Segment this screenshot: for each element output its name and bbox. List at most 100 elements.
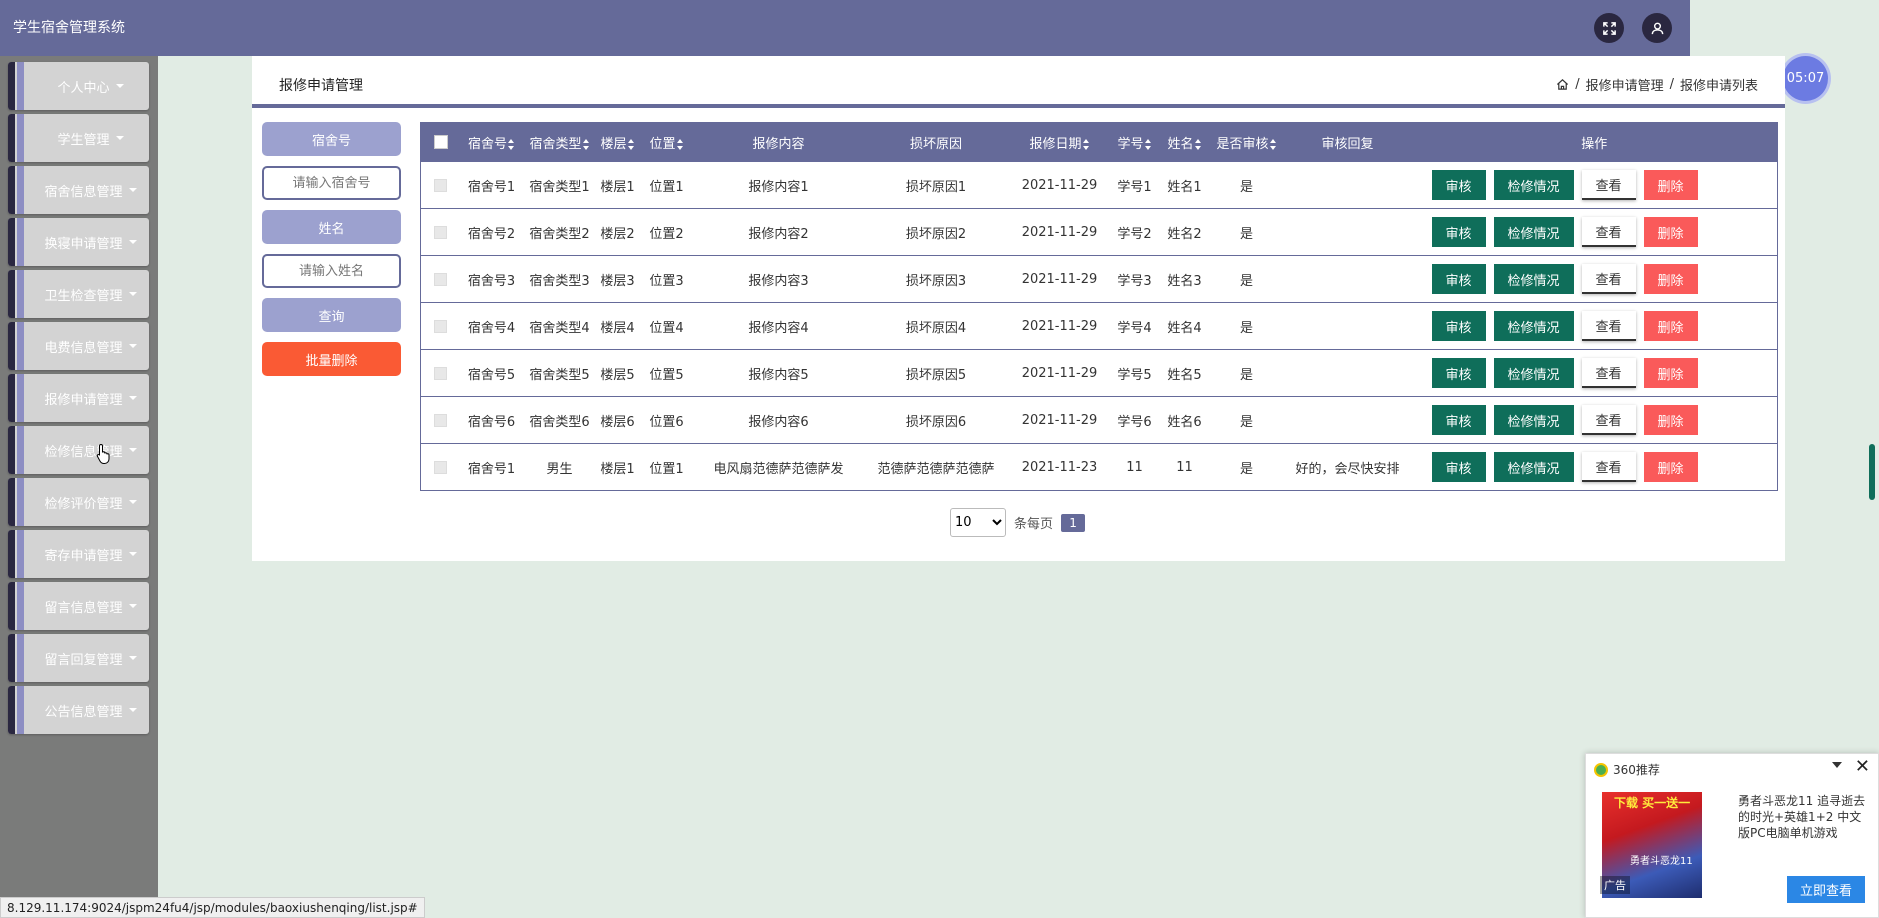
view-button[interactable]: 查看	[1581, 358, 1636, 388]
row-checkbox-cell[interactable]	[420, 349, 461, 397]
page-size-select[interactable]: 10	[950, 508, 1006, 537]
page-number-current[interactable]: 1	[1061, 513, 1086, 532]
audit-button[interactable]: 审核	[1431, 311, 1486, 341]
breadcrumb-item[interactable]: 报修申请管理	[1586, 75, 1664, 94]
sidebar-item[interactable]: 电费信息管理	[8, 322, 149, 370]
sidebar-item[interactable]: 学生管理	[8, 114, 149, 162]
sidebar-item[interactable]: 检修信息管理	[8, 426, 149, 474]
repair-status-button[interactable]: 检修情况	[1493, 311, 1574, 341]
audit-button[interactable]: 审核	[1431, 405, 1486, 435]
ad-header: 360推荐	[1594, 761, 1660, 778]
col-header[interactable]: 是否审核	[1209, 122, 1284, 162]
close-icon[interactable]: ✕	[1855, 756, 1870, 777]
delete-button[interactable]: 删除	[1643, 452, 1698, 482]
ad-view-button[interactable]: 立即查看	[1787, 876, 1865, 903]
sidebar-item-label: 电费信息管理	[44, 340, 123, 356]
audit-button[interactable]: 审核	[1431, 452, 1486, 482]
col-header[interactable]: 姓名	[1159, 122, 1210, 162]
delete-button[interactable]: 删除	[1643, 405, 1698, 435]
sidebar-item[interactable]: 个人中心	[8, 62, 149, 110]
sort-icon	[676, 138, 684, 150]
ad-collapse-icon[interactable]	[1832, 762, 1842, 768]
row-checkbox[interactable]	[434, 366, 448, 380]
audit-button[interactable]: 审核	[1431, 358, 1486, 388]
audit-button[interactable]: 审核	[1431, 217, 1486, 247]
row-checkbox-cell[interactable]	[420, 255, 461, 303]
home-icon[interactable]	[1556, 78, 1569, 91]
col-header: 操作	[1411, 122, 1778, 162]
audit-button[interactable]: 审核	[1431, 264, 1486, 294]
table-cell: 楼层2	[596, 208, 639, 256]
sidebar-item[interactable]: 检修评价管理	[8, 478, 149, 526]
table-cell: 是	[1209, 396, 1284, 444]
sort-icon	[627, 138, 635, 150]
row-checkbox-cell[interactable]	[420, 208, 461, 256]
name-search-input[interactable]	[262, 254, 401, 288]
repair-status-button[interactable]: 检修情况	[1493, 170, 1574, 200]
fullscreen-button[interactable]	[1594, 13, 1624, 43]
hand-cursor-icon	[96, 443, 110, 464]
table-cell: 位置2	[638, 208, 695, 256]
repair-status-button[interactable]: 检修情况	[1493, 264, 1574, 294]
row-checkbox[interactable]	[434, 178, 448, 192]
delete-button[interactable]: 删除	[1643, 311, 1698, 341]
table-cell: 报修内容4	[694, 302, 863, 350]
delete-button[interactable]: 删除	[1643, 217, 1698, 247]
sidebar-item[interactable]: 卫生检查管理	[8, 270, 149, 318]
col-header[interactable]: 宿舍号	[460, 122, 523, 162]
row-checkbox[interactable]	[434, 319, 448, 333]
table-cell: 宿舍类型3	[522, 255, 597, 303]
col-header[interactable]: 宿舍类型	[522, 122, 597, 162]
delete-button[interactable]: 删除	[1643, 358, 1698, 388]
sidebar-item[interactable]: 留言回复管理	[8, 634, 149, 682]
row-checkbox-cell[interactable]	[420, 443, 461, 491]
table-cell: 是	[1209, 302, 1284, 350]
dorm-search-input[interactable]	[262, 166, 401, 200]
view-button[interactable]: 查看	[1581, 264, 1636, 294]
sidebar-item[interactable]: 留言信息管理	[8, 582, 149, 630]
actions-cell: 审核 检修情况 查看 删除	[1411, 255, 1778, 303]
col-header[interactable]: 楼层	[596, 122, 639, 162]
col-header[interactable]: 位置	[638, 122, 695, 162]
row-checkbox-cell[interactable]	[420, 161, 461, 209]
table-cell: 姓名1	[1159, 161, 1210, 209]
table-cell: 位置5	[638, 349, 695, 397]
delete-button[interactable]: 删除	[1643, 264, 1698, 294]
col-header[interactable]: 学号	[1109, 122, 1160, 162]
row-checkbox-cell[interactable]	[420, 396, 461, 444]
sidebar-item[interactable]: 宿舍信息管理	[8, 166, 149, 214]
col-header: 损坏原因	[862, 122, 1010, 162]
row-checkbox[interactable]	[434, 460, 448, 474]
delete-button[interactable]: 删除	[1643, 170, 1698, 200]
table-cell: 位置6	[638, 396, 695, 444]
view-button[interactable]: 查看	[1581, 452, 1636, 482]
repair-status-button[interactable]: 检修情况	[1493, 452, 1574, 482]
query-button[interactable]: 查询	[262, 298, 401, 332]
repair-status-button[interactable]: 检修情况	[1493, 358, 1574, 388]
select-all-checkbox[interactable]	[433, 135, 448, 149]
view-button[interactable]: 查看	[1581, 217, 1636, 247]
repair-request-table: 宿舍号 宿舍类型 楼层 位置 报修内容 损坏原因 报修日期 学号 姓名 是否审核…	[420, 122, 1778, 491]
row-checkbox-cell[interactable]	[420, 302, 461, 350]
row-checkbox[interactable]	[434, 413, 448, 427]
sidebar-item[interactable]: 公告信息管理	[8, 686, 149, 734]
actions-cell: 审核 检修情况 查看 删除	[1411, 302, 1778, 350]
repair-status-button[interactable]: 检修情况	[1493, 217, 1574, 247]
sidebar-item[interactable]: 换寝申请管理	[8, 218, 149, 266]
audit-button[interactable]: 审核	[1431, 170, 1486, 200]
row-checkbox[interactable]	[434, 272, 448, 286]
select-all-cell[interactable]	[420, 122, 461, 162]
repair-status-button[interactable]: 检修情况	[1493, 405, 1574, 435]
view-button[interactable]: 查看	[1581, 405, 1636, 435]
col-header[interactable]: 报修日期	[1009, 122, 1110, 162]
sidebar-item[interactable]: 寄存申请管理	[8, 530, 149, 578]
view-button[interactable]: 查看	[1581, 311, 1636, 341]
user-button[interactable]	[1642, 13, 1672, 43]
table-cell: 报修内容2	[694, 208, 863, 256]
batch-delete-button[interactable]: 批量删除	[262, 342, 401, 376]
vertical-scrollbar[interactable]	[1869, 444, 1875, 500]
sidebar-item[interactable]: 报修申请管理	[8, 374, 149, 422]
view-button[interactable]: 查看	[1581, 170, 1636, 200]
row-checkbox[interactable]	[434, 225, 448, 239]
ad-text[interactable]: 勇者斗恶龙11 追寻逝去的时光+英雄1+2 中文版PC电脑单机游戏	[1738, 793, 1872, 841]
